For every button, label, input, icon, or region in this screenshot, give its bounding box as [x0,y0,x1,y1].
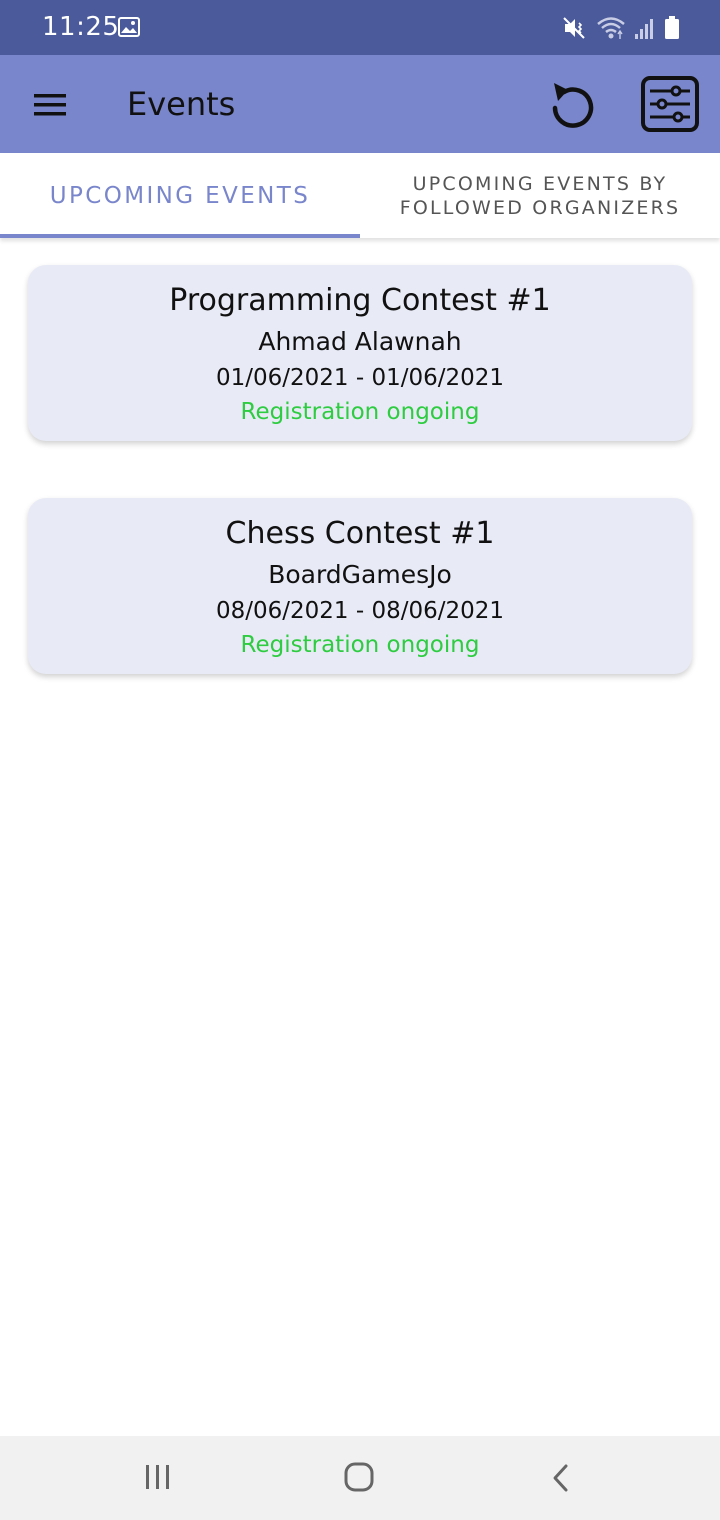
mute-vibrate-icon [563,17,585,39]
status-time: 11:25 [42,12,120,42]
filter-icon[interactable] [640,75,700,133]
menu-icon[interactable] [28,85,72,125]
recents-icon[interactable] [140,1462,176,1492]
event-dates: 08/06/2021 - 08/06/2021 [215,598,505,624]
signal-icon [635,19,653,39]
page-title: Events [127,85,236,123]
event-title: Programming Contest #1 [169,283,551,318]
event-organizer: Ahmad Alawnah [258,327,462,356]
event-status: Registration ongoing [240,632,480,658]
tab-followed-organizers-label: UPCOMING EVENTS BY FOLLOWED ORGANIZERS [400,172,681,220]
system-nav-bar [0,1436,720,1520]
status-bar: 11:25 [0,0,720,55]
tab-upcoming-events-label: UPCOMING EVENTS [49,182,311,209]
refresh-icon[interactable] [544,77,602,135]
tab-bar: UPCOMING EVENTS UPCOMING EVENTS BY FOLLO… [0,153,720,238]
app-bar: Events [0,55,720,153]
event-status: Registration ongoing [240,399,480,425]
status-icons [562,14,680,42]
event-card[interactable]: Chess Contest #1 BoardGamesJo 08/06/2021… [28,498,692,674]
tab-followed-organizers[interactable]: UPCOMING EVENTS BY FOLLOWED ORGANIZERS [360,153,720,238]
image-icon [118,17,140,37]
back-icon[interactable] [546,1462,576,1494]
event-dates: 01/06/2021 - 01/06/2021 [215,365,505,391]
tab-label-line-1: UPCOMING EVENTS BY [412,172,668,195]
tab-indicator [0,234,360,238]
wifi-icon [597,17,625,39]
event-card[interactable]: Programming Contest #1 Ahmad Alawnah 01/… [28,265,692,441]
screen: 11:25 Events UPCOMING EVENTS UPCOMING EV… [0,0,720,1520]
event-organizer: BoardGamesJo [268,560,452,589]
tab-upcoming-events[interactable]: UPCOMING EVENTS [0,153,360,238]
tab-label-line-2: FOLLOWED ORGANIZERS [399,196,681,219]
battery-icon [665,16,679,39]
event-title: Chess Contest #1 [225,516,495,551]
home-icon[interactable] [340,1461,378,1495]
